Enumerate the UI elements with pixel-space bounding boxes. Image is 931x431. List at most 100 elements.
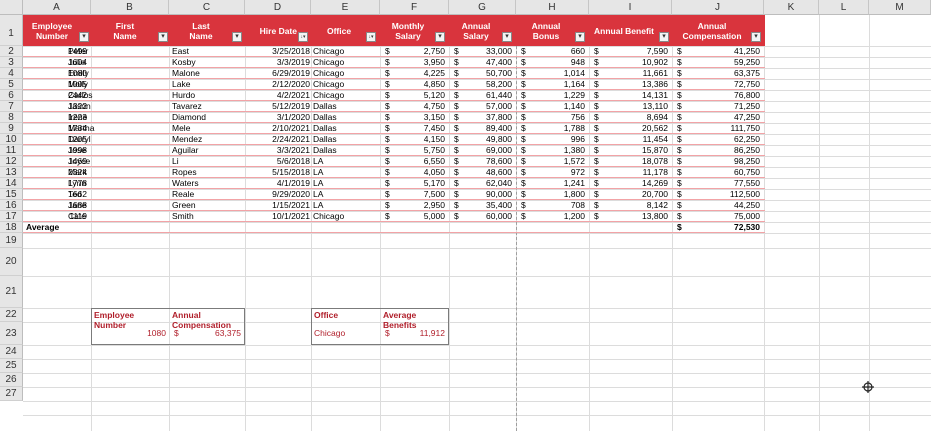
cell-annual-salary[interactable]: 50,700 (459, 68, 512, 79)
column-header-d[interactable]: D (245, 0, 311, 15)
header-annual-comp[interactable]: Annual Compensation (674, 15, 750, 46)
sort-filter-button[interactable]: ↓▾ (366, 32, 376, 42)
cell-monthly-salary[interactable]: 4,225 (390, 68, 445, 79)
cell-annual-salary[interactable]: 62,040 (459, 178, 512, 189)
row-header-6[interactable]: 6 (0, 90, 23, 101)
filter-dropdown-button[interactable]: ▾ (158, 32, 168, 42)
header-first[interactable]: First Name (93, 15, 157, 46)
header-annual-benefit[interactable]: Annual Benefit (590, 15, 658, 46)
filter-dropdown-button[interactable]: ▾ (502, 32, 512, 42)
cell-annual-benefit[interactable]: 11,661 (599, 68, 668, 79)
cell-annual-bonus[interactable]: 1,572 (526, 156, 585, 167)
column-header-g[interactable]: G (449, 0, 516, 15)
lookup-annual-compensation-value[interactable]: 63,375 (179, 322, 241, 345)
cell-first-name[interactable]: Darryl (68, 134, 144, 145)
cell-hire-date[interactable]: 1/15/2021 (245, 200, 310, 211)
cell-monthly-salary[interactable]: 4,850 (390, 79, 445, 90)
cell-annual-bonus[interactable]: 660 (526, 46, 585, 57)
cell-annual-benefit[interactable]: 13,110 (599, 101, 668, 112)
cell-first-name[interactable]: Irene (68, 112, 144, 123)
cell-last-name[interactable]: Kosby (172, 57, 244, 68)
column-header-k[interactable]: K (764, 0, 819, 15)
column-header-c[interactable]: C (169, 0, 245, 15)
cell-monthly-salary[interactable]: 4,150 (390, 134, 445, 145)
row-header-4[interactable]: 4 (0, 68, 23, 79)
row-header-15[interactable]: 15 (0, 189, 23, 200)
cell-annual-salary[interactable]: 57,000 (459, 101, 512, 112)
cell-annual-compensation[interactable]: 75,000 (682, 211, 760, 222)
cell-annual-salary[interactable]: 78,600 (459, 156, 512, 167)
cell-first-name[interactable]: Ted (68, 189, 144, 200)
cell-annual-benefit[interactable]: 13,800 (599, 211, 668, 222)
row-header-20[interactable]: 20 (0, 248, 23, 276)
column-header-m[interactable]: M (869, 0, 931, 15)
cell-annual-bonus[interactable]: 1,241 (526, 178, 585, 189)
cell-office[interactable]: LA (313, 167, 379, 178)
cell-first-name[interactable]: Peter (68, 46, 144, 57)
cell-annual-salary[interactable]: 47,400 (459, 57, 512, 68)
column-header-a[interactable]: A (23, 0, 91, 15)
cell-monthly-salary[interactable]: 4,050 (390, 167, 445, 178)
cell-annual-salary[interactable]: 61,440 (459, 90, 512, 101)
header-emp-num[interactable]: Employee Number (26, 15, 78, 46)
cell-annual-benefit[interactable]: 14,131 (599, 90, 668, 101)
cell-last-name[interactable]: Mele (172, 123, 244, 134)
filter-dropdown-button[interactable]: ▾ (751, 32, 761, 42)
row-header-25[interactable]: 25 (0, 359, 23, 373)
column-header-b[interactable]: B (91, 0, 169, 15)
cell-annual-benefit[interactable]: 13,386 (599, 79, 668, 90)
cell-annual-compensation[interactable]: 111,750 (682, 123, 760, 134)
cell-hire-date[interactable]: 4/1/2019 (245, 178, 310, 189)
row-header-2[interactable]: 2 (0, 46, 23, 57)
row-header-5[interactable]: 5 (0, 79, 23, 90)
average-compensation-value[interactable]: 72,530 (682, 222, 760, 233)
column-header-j[interactable]: J (672, 0, 764, 15)
cell-hire-date[interactable]: 2/12/2020 (245, 79, 310, 90)
cell-annual-benefit[interactable]: 11,454 (599, 134, 668, 145)
cell-office[interactable]: LA (313, 200, 379, 211)
row-header-24[interactable]: 24 (0, 345, 23, 359)
row-header-19[interactable]: 19 (0, 233, 23, 248)
cell-last-name[interactable]: Green (172, 200, 244, 211)
header-last[interactable]: Last Name (171, 15, 231, 46)
cell-last-name[interactable]: Reale (172, 189, 244, 200)
column-header-f[interactable]: F (380, 0, 449, 15)
cell-annual-benefit[interactable]: 10,902 (599, 57, 668, 68)
cell-annual-compensation[interactable]: 60,750 (682, 167, 760, 178)
cell-hire-date[interactable]: 6/29/2019 (245, 68, 310, 79)
cell-annual-bonus[interactable]: 948 (526, 57, 585, 68)
cell-annual-salary[interactable]: 60,000 (459, 211, 512, 222)
cell-annual-bonus[interactable]: 756 (526, 112, 585, 123)
cell-first-name[interactable]: Carlos (68, 90, 144, 101)
cell-last-name[interactable]: Tavarez (172, 101, 244, 112)
cell-annual-salary[interactable]: 33,000 (459, 46, 512, 57)
cell-annual-salary[interactable]: 37,800 (459, 112, 512, 123)
cell-monthly-salary[interactable]: 4,750 (390, 101, 445, 112)
spreadsheet[interactable]: A B C D E F G H I J K L M 1 2 3 4 5 6 7 8 9 10 11 12 13 14 15 16 17 18… (0, 0, 931, 431)
cell-hire-date[interactable]: 5/12/2019 (245, 101, 310, 112)
cell-office[interactable]: Dallas (313, 123, 379, 134)
cell-hire-date[interactable]: 4/2/2021 (245, 90, 310, 101)
row-header-13[interactable]: 13 (0, 167, 23, 178)
cell-office[interactable]: Chicago (313, 90, 379, 101)
cell-hire-date[interactable]: 5/15/2018 (245, 167, 310, 178)
cell-first-name[interactable]: Julie (68, 57, 144, 68)
column-header-e[interactable]: E (311, 0, 380, 15)
cell-annual-compensation[interactable]: 98,250 (682, 156, 760, 167)
cell-hire-date[interactable]: 5/6/2018 (245, 156, 310, 167)
cell-monthly-salary[interactable]: 7,500 (390, 189, 445, 200)
row-header-17[interactable]: 17 (0, 211, 23, 222)
cell-annual-benefit[interactable]: 11,178 (599, 167, 668, 178)
cell-first-name[interactable]: Emily (68, 68, 144, 79)
cell-annual-benefit[interactable]: 18,078 (599, 156, 668, 167)
cell-annual-compensation[interactable]: 62,250 (682, 134, 760, 145)
cell-office[interactable]: LA (313, 189, 379, 200)
cell-annual-salary[interactable]: 69,000 (459, 145, 512, 156)
column-header-h[interactable]: H (516, 0, 589, 15)
row-header-1[interactable]: 1 (0, 15, 23, 46)
cell-annual-bonus[interactable]: 1,164 (526, 79, 585, 90)
row-header-3[interactable]: 3 (0, 57, 23, 68)
cell-office[interactable]: Chicago (313, 57, 379, 68)
cell-annual-benefit[interactable]: 14,269 (599, 178, 668, 189)
cell-office[interactable]: Dallas (313, 101, 379, 112)
